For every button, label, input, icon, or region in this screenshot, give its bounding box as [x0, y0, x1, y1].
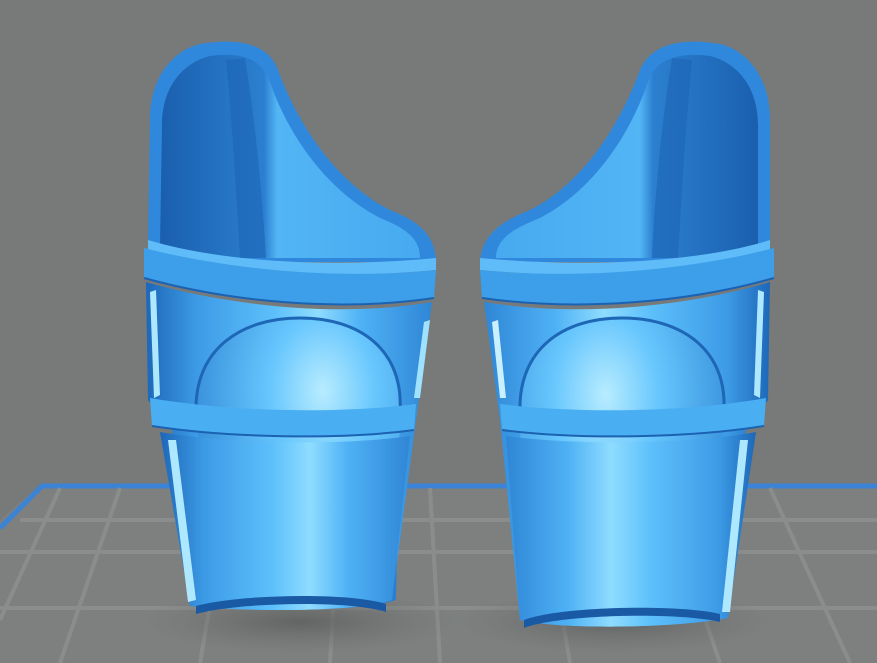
- scene-svg: [0, 41, 877, 663]
- 3d-viewport[interactable]: [0, 0, 877, 663]
- left-cup-inner: [160, 54, 420, 258]
- right-cup-inner: [496, 54, 758, 258]
- right-lower-body: [506, 432, 756, 627]
- left-lower-body: [160, 432, 410, 610]
- print-bed: [0, 483, 877, 663]
- right-bracer[interactable]: [480, 41, 775, 628]
- left-bracer[interactable]: [143, 41, 436, 614]
